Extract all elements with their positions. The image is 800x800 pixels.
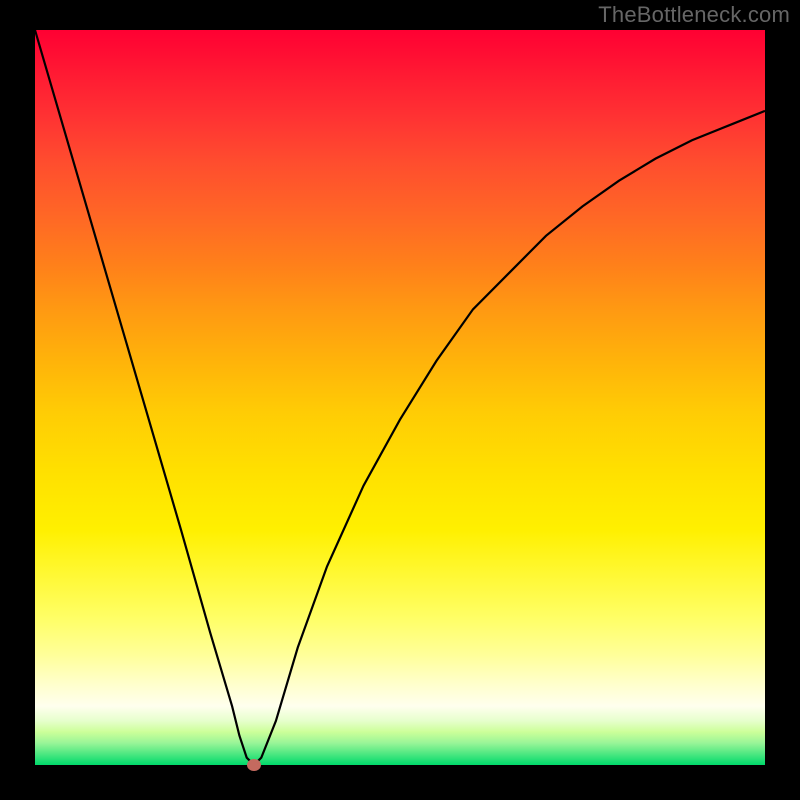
chart-frame: TheBottleneck.com — [0, 0, 800, 800]
plot-area — [35, 30, 765, 765]
watermark-text: TheBottleneck.com — [598, 2, 790, 28]
